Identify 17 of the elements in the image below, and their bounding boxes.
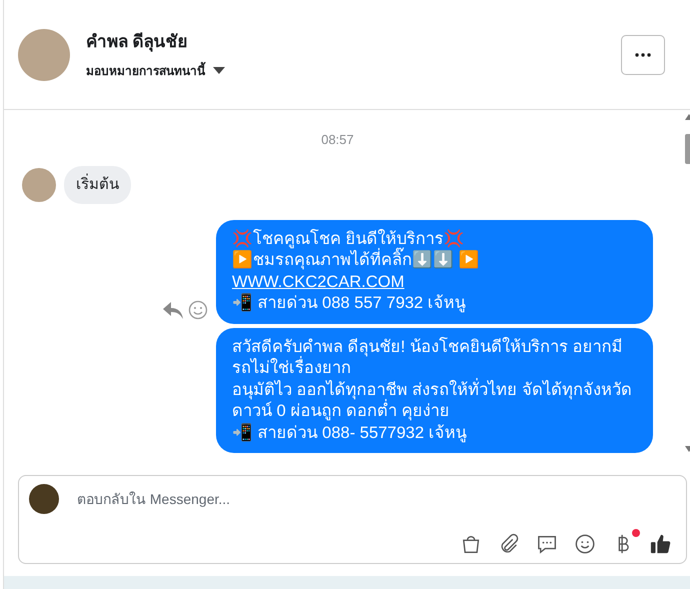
message-timestamp: 08:57 <box>321 131 354 149</box>
more-icon <box>635 52 651 56</box>
message-bubble: เริ่มต้น <box>64 166 131 204</box>
reply-icon[interactable] <box>162 300 184 320</box>
thumbs-up-icon[interactable] <box>650 533 672 555</box>
assign-conversation-link[interactable]: มอบหมายการสนทนานี้ <box>86 62 205 80</box>
profile-photo-placeholder <box>18 28 70 80</box>
emoji-icon[interactable] <box>574 533 596 555</box>
message-bubble: สวัสดีครับคำพล ดีลุนชัย! น้องโชคยินดีให้บริการ อยากมีรถไม่ใช่เรื่องยาก อนุมัติไว ออกได้ทุกอาชีพ ส่งรถให้ทั่วไทย จัดได้ทุกจังหวัด ดาวน์ 0 ผ่อนถูก ดอกต่ำ คุยง่าย 📲 สายด่วน 088- 5577932 เจ้หนู <box>216 328 653 453</box>
contact-name: คำพล ดีลุนชัย <box>86 30 189 54</box>
shopping-bag-icon[interactable] <box>460 533 482 555</box>
caret-icon[interactable] <box>213 67 225 76</box>
sender-avatar-placeholder <box>22 168 56 202</box>
speech-bubble-icon[interactable] <box>536 533 558 555</box>
page-avatar-placeholder <box>29 484 59 514</box>
website-link[interactable]: WWW.CKC2CAR.COM <box>232 272 404 291</box>
message-bubble: 💢โชคคูณโชค ยินดีให้บริการ💢 ▶ชมรถคุณภาพได้ที่คลิ๊ก⬇⬇ ▶ WWW.CKC2CAR.COM 📲 สายด่วน 088 557 7932 เจ้หนู <box>216 220 653 324</box>
